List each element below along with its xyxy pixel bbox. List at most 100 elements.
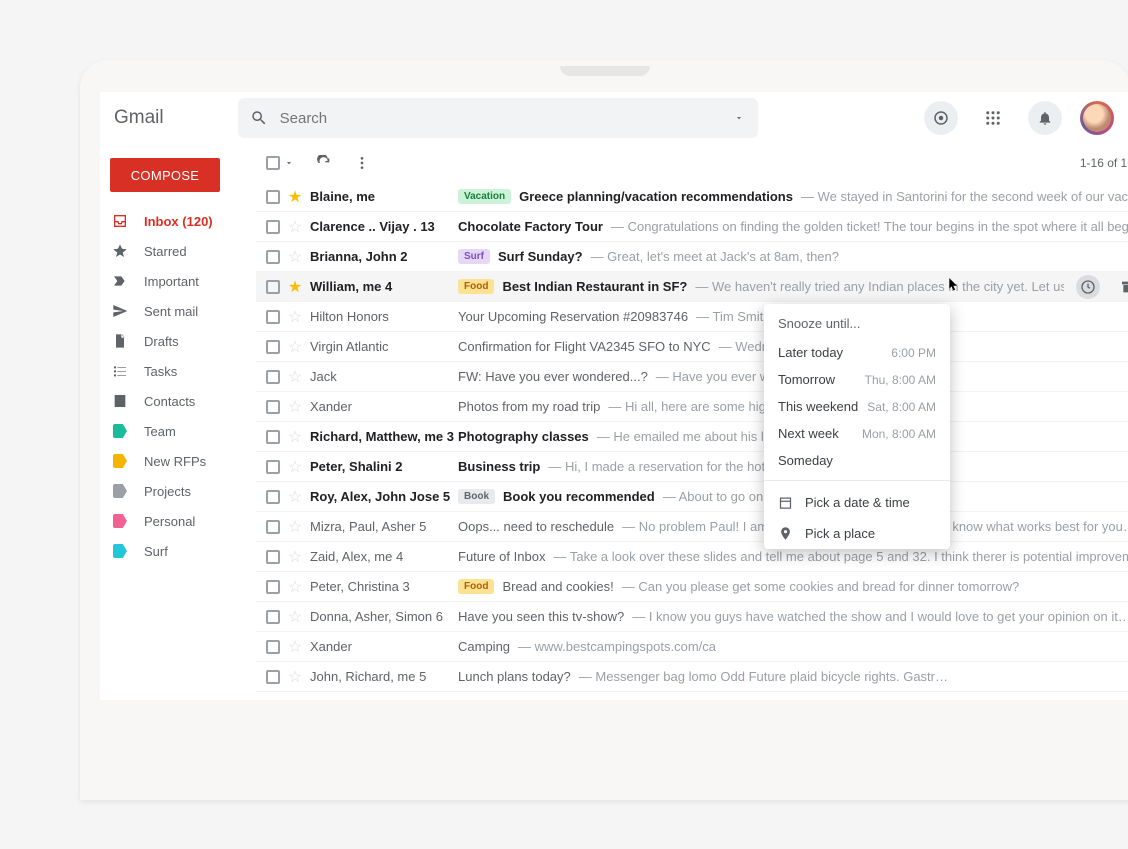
- star-icon[interactable]: ★: [280, 187, 310, 207]
- category-tag: Surf: [458, 249, 490, 264]
- star-icon[interactable]: ☆: [280, 517, 310, 537]
- sidebar-item-new[interactable]: New RFPs: [100, 446, 248, 476]
- snooze-option[interactable]: Later today6:00 PM: [764, 339, 950, 366]
- email-row[interactable]: ☆Peter, Christina 3FoodBread and cookies…: [256, 572, 1128, 602]
- row-content: FoodBread and cookies!Can you please get…: [458, 579, 1128, 594]
- row-checkbox[interactable]: [266, 490, 280, 504]
- star-icon[interactable]: ☆: [280, 367, 310, 387]
- sidebar-item-label: Projects: [144, 484, 191, 499]
- email-row[interactable]: ☆Roy, Alex, John Jose 5BookBook you reco…: [256, 482, 1128, 512]
- email-row[interactable]: ☆Virgin AtlanticConfirmation for Flight …: [256, 332, 1128, 362]
- row-content: SurfSurf Sunday?Great, let's meet at Jac…: [458, 249, 1128, 264]
- row-checkbox[interactable]: [266, 310, 280, 324]
- sidebar-item-starred[interactable]: Starred: [100, 236, 248, 266]
- row-checkbox[interactable]: [266, 550, 280, 564]
- row-checkbox[interactable]: [266, 370, 280, 384]
- email-row[interactable]: ☆XanderCampingwww.bestcampingspots.com/c…: [256, 632, 1128, 662]
- email-row[interactable]: ☆Peter, Shalini 2Business tripHi, I made…: [256, 452, 1128, 482]
- compose-button[interactable]: COMPOSE: [110, 158, 220, 192]
- star-icon[interactable]: ☆: [280, 427, 310, 447]
- snooze-option-time: Mon, 8:00 AM: [862, 427, 936, 441]
- email-row[interactable]: ★William, me 4FoodBest Indian Restaurant…: [256, 272, 1128, 302]
- refresh-icon[interactable]: [316, 155, 332, 171]
- row-checkbox[interactable]: [266, 250, 280, 264]
- star-icon[interactable]: ☆: [280, 397, 310, 417]
- search-box[interactable]: [238, 98, 758, 138]
- email-row[interactable]: ☆Hilton HonorsYour Upcoming Reservation …: [256, 302, 1128, 332]
- sidebar-item-personal[interactable]: Personal: [100, 506, 248, 536]
- snooze-option[interactable]: Next weekMon, 8:00 AM: [764, 420, 950, 447]
- snooze-option[interactable]: This weekendSat, 8:00 AM: [764, 393, 950, 420]
- row-content: VacationGreece planning/vacation recomme…: [458, 189, 1128, 204]
- sidebar-item-inbox[interactable]: Inbox (120): [100, 206, 248, 236]
- snippet: Great, let's meet at Jack's at 8am, then…: [591, 249, 839, 264]
- row-checkbox[interactable]: [266, 460, 280, 474]
- email-row[interactable]: ☆Brianna, John 2SurfSurf Sunday?Great, l…: [256, 242, 1128, 272]
- star-icon[interactable]: ☆: [280, 247, 310, 267]
- sidebar-item-contacts[interactable]: Contacts: [100, 386, 248, 416]
- star-icon[interactable]: ☆: [280, 577, 310, 597]
- select-all-caret-icon[interactable]: [284, 158, 294, 168]
- snooze-option[interactable]: TomorrowThu, 8:00 AM: [764, 366, 950, 393]
- email-row[interactable]: ☆John, Richard, me 5Lunch plans today?Me…: [256, 662, 1128, 692]
- snooze-option[interactable]: Someday: [764, 447, 950, 474]
- email-row[interactable]: ☆JackFW: Have you ever wondered...?Have …: [256, 362, 1128, 392]
- star-icon[interactable]: ☆: [280, 547, 310, 567]
- sidebar-item-drafts[interactable]: Drafts: [100, 326, 248, 356]
- email-row[interactable]: ☆Richard, Matthew, me 3Photography class…: [256, 422, 1128, 452]
- snooze-icon[interactable]: [1076, 275, 1100, 299]
- subject: Have you seen this tv-show?: [458, 609, 624, 624]
- email-row[interactable]: ☆Mizra, Paul, Asher 5Oops... need to res…: [256, 512, 1128, 542]
- row-checkbox[interactable]: [266, 190, 280, 204]
- select-all-checkbox[interactable]: [266, 156, 280, 170]
- header: Gmail: [100, 92, 1128, 144]
- row-content: Future of InboxTake a look over these sl…: [458, 549, 1128, 564]
- row-checkbox[interactable]: [266, 670, 280, 684]
- sidebar-item-important[interactable]: Important: [100, 266, 248, 296]
- email-row[interactable]: ☆Donna, Asher, Simon 6Have you seen this…: [256, 602, 1128, 632]
- account-avatar[interactable]: [1080, 101, 1114, 135]
- more-icon[interactable]: [354, 155, 370, 171]
- email-row[interactable]: ☆Clarence .. Vijay . 13Chocolate Factory…: [256, 212, 1128, 242]
- row-checkbox[interactable]: [266, 430, 280, 444]
- star-icon[interactable]: ☆: [280, 637, 310, 657]
- row-checkbox[interactable]: [266, 580, 280, 594]
- sidebar-item-tasks[interactable]: Tasks: [100, 356, 248, 386]
- star-icon[interactable]: ☆: [280, 217, 310, 237]
- star-icon[interactable]: ☆: [280, 307, 310, 327]
- row-checkbox[interactable]: [266, 610, 280, 624]
- sidebar-item-projects[interactable]: Projects: [100, 476, 248, 506]
- snooze-action[interactable]: Pick a place: [764, 518, 950, 549]
- apps-grid-icon[interactable]: [976, 101, 1010, 135]
- star-icon[interactable]: ☆: [280, 337, 310, 357]
- email-row[interactable]: ☆Zaid, Alex, me 4Future of InboxTake a l…: [256, 542, 1128, 572]
- sidebar-item-label: Personal: [144, 514, 195, 529]
- archive-icon[interactable]: [1116, 275, 1128, 299]
- row-checkbox[interactable]: [266, 520, 280, 534]
- sidebar-item-sent[interactable]: Sent mail: [100, 296, 248, 326]
- sender: William, me 4: [310, 279, 458, 294]
- sidebar-item-surf[interactable]: Surf: [100, 536, 248, 566]
- snippet: We stayed in Santorini for the second we…: [801, 189, 1128, 204]
- support-icon[interactable]: [924, 101, 958, 135]
- star-icon[interactable]: ☆: [280, 667, 310, 687]
- category-tag: Food: [458, 579, 494, 594]
- row-checkbox[interactable]: [266, 400, 280, 414]
- row-checkbox[interactable]: [266, 280, 280, 294]
- snooze-action[interactable]: Pick a date & time: [764, 487, 950, 518]
- star-icon[interactable]: ☆: [280, 487, 310, 507]
- email-row[interactable]: ☆XanderPhotos from my road tripHi all, h…: [256, 392, 1128, 422]
- star-icon[interactable]: ☆: [280, 457, 310, 477]
- snooze-option-label: Tomorrow: [778, 372, 835, 387]
- notifications-icon[interactable]: [1028, 101, 1062, 135]
- sidebar-nav: Inbox (120)StarredImportantSent mailDraf…: [100, 206, 248, 566]
- star-icon[interactable]: ☆: [280, 607, 310, 627]
- search-options-caret[interactable]: [734, 113, 744, 123]
- row-checkbox[interactable]: [266, 640, 280, 654]
- sidebar-item-team[interactable]: Team: [100, 416, 248, 446]
- star-icon[interactable]: ★: [280, 277, 310, 297]
- row-checkbox[interactable]: [266, 340, 280, 354]
- email-row[interactable]: ★Blaine, meVacationGreece planning/vacat…: [256, 182, 1128, 212]
- search-input[interactable]: [280, 110, 746, 127]
- row-checkbox[interactable]: [266, 220, 280, 234]
